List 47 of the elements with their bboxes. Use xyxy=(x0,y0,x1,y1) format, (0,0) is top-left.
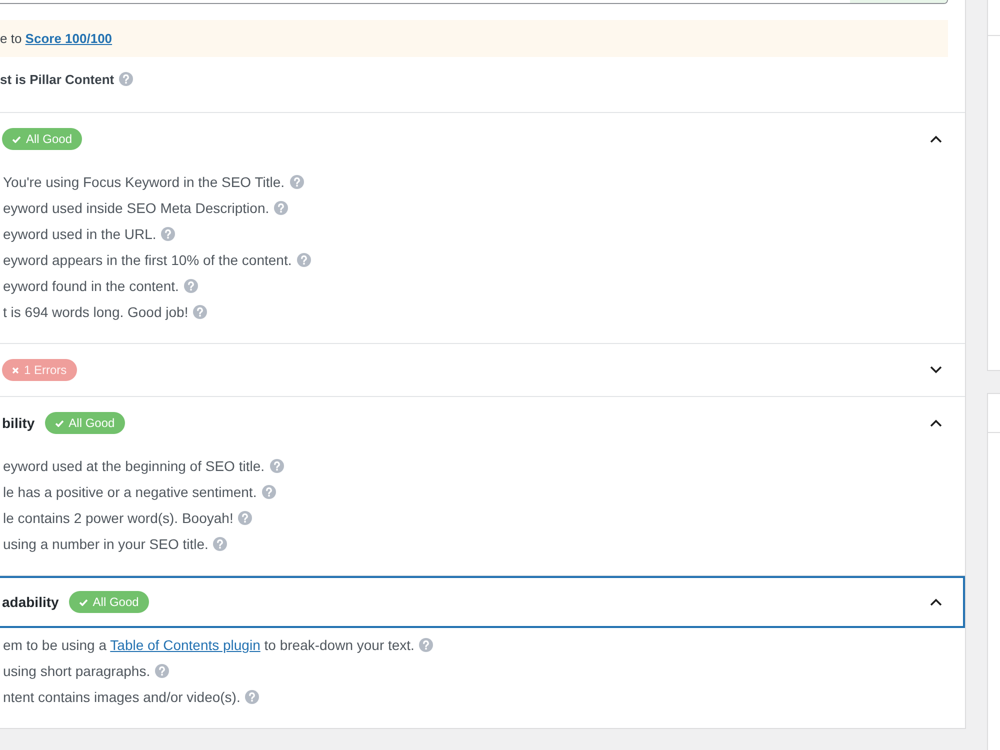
input-field[interactable] xyxy=(0,0,948,4)
help-icon[interactable] xyxy=(245,690,260,704)
plugin-link[interactable]: Table of Contents plugin xyxy=(110,637,260,653)
check-result-text: le has a positive or a negative sentiment. xyxy=(3,484,257,500)
check-result-text: t is 694 words long. Good job! xyxy=(3,304,188,320)
help-icon[interactable] xyxy=(119,72,134,86)
help-icon[interactable] xyxy=(419,638,434,652)
check-result-text: le contains 2 power word(s). Booyah! xyxy=(3,510,234,526)
check-icon xyxy=(54,420,64,426)
help-icon[interactable] xyxy=(155,664,170,678)
check-icon xyxy=(12,136,21,142)
status-text: 1 Errors xyxy=(24,363,67,377)
help-icon[interactable] xyxy=(193,305,208,319)
help-icon[interactable] xyxy=(161,227,176,241)
status-text: All Good xyxy=(68,416,115,430)
check-result-text: eyword used in the URL. xyxy=(3,226,156,242)
check-icon xyxy=(78,598,88,606)
help-icon[interactable] xyxy=(184,279,198,293)
help-icon[interactable] xyxy=(213,537,228,551)
help-icon[interactable] xyxy=(270,459,284,473)
check-result-text: You're using Focus Keyword in the SEO Title. xyxy=(3,174,285,190)
help-icon[interactable] xyxy=(262,485,276,499)
chevron-down-icon[interactable] xyxy=(930,366,942,374)
help-icon[interactable] xyxy=(296,253,311,267)
pillar-content-label: st is Pillar Content xyxy=(0,72,114,86)
status-text: All Good xyxy=(26,132,72,146)
chevron-up-icon[interactable] xyxy=(930,135,942,143)
chevron-up-icon[interactable] xyxy=(930,419,942,427)
check-result-text: ntent contains images and/or video(s). xyxy=(3,689,240,705)
check-result-text: eyword found in the content. xyxy=(3,278,179,294)
status-text: All Good xyxy=(92,595,139,609)
section-title: adability xyxy=(2,594,59,610)
check-result-text: eyword used at the beginning of SEO title. xyxy=(3,458,264,474)
check-result-text: eyword appears in the first 10% of the content. xyxy=(3,252,292,268)
help-icon[interactable] xyxy=(290,175,304,189)
cross-icon xyxy=(12,366,19,374)
section-title: bility xyxy=(2,415,35,431)
help-icon[interactable] xyxy=(274,201,288,215)
chevron-up-icon[interactable] xyxy=(930,598,942,606)
notice-text: e to Score 100/100 xyxy=(0,31,112,46)
check-result-text: using a number in your SEO title. xyxy=(3,536,208,552)
score-link[interactable]: Score 100/100 xyxy=(25,31,112,46)
section-header[interactable]: adability All Good xyxy=(0,576,965,628)
check-result-text: using short paragraphs. xyxy=(3,663,150,679)
check-result-text: em to be using a Table of Contents plugin to break-down your text. xyxy=(3,637,414,653)
check-result-text: eyword used inside SEO Meta Description. xyxy=(3,200,270,216)
help-icon[interactable] xyxy=(238,511,252,525)
